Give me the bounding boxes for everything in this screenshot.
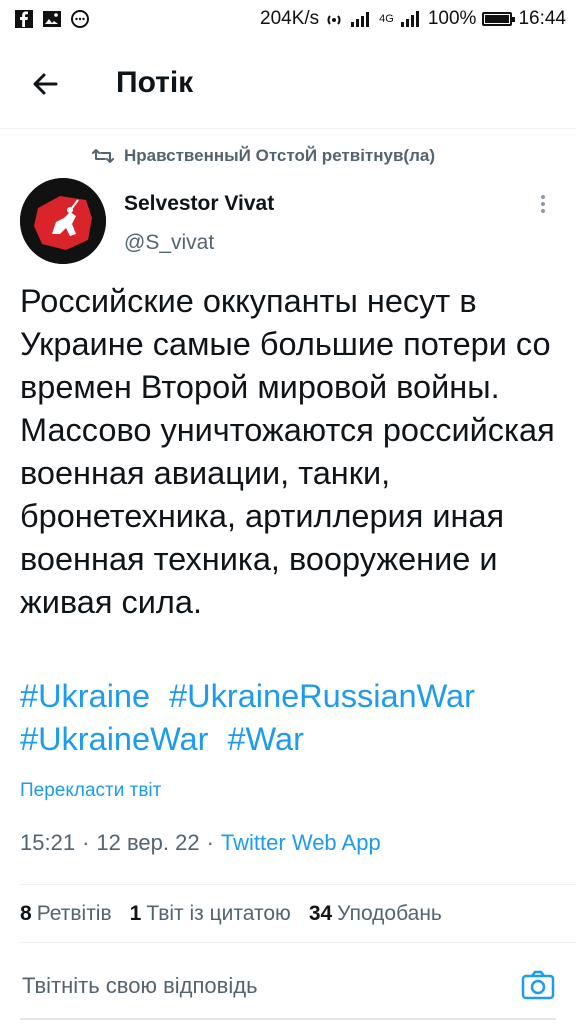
hashtag-link[interactable]: #War	[227, 721, 303, 757]
signal-icon	[351, 12, 370, 27]
tweet-meta: 15:21 · 12 вер. 22 · Twitter Web App	[20, 830, 381, 856]
meta-dot: ·	[82, 830, 90, 855]
retweets-label: Ретвітів	[36, 902, 112, 925]
quotes-stat[interactable]: 1 Твіт із цитатою	[130, 902, 291, 926]
hashtags: #Ukraine #UkraineRussianWar #UkraineWar …	[20, 675, 565, 761]
more-options-icon[interactable]	[536, 192, 550, 218]
tweet-text: Российские оккупанты несут в Украине сам…	[20, 283, 555, 620]
camera-icon[interactable]	[520, 967, 556, 1003]
top-bar: Потік	[0, 40, 576, 129]
hotspot-icon	[327, 15, 341, 25]
retweets-count: 8	[20, 902, 32, 925]
network-speed: 204K/s	[260, 8, 320, 29]
battery-icon	[482, 12, 516, 26]
retweet-icon	[92, 149, 114, 163]
signal-icon-2	[400, 11, 419, 27]
avatar[interactable]	[20, 178, 106, 264]
reply-composer: Твітніть свою відповідь	[0, 943, 576, 1024]
retweet-label: НравственныЙ ОтстоЙ ретвітнув(ла)	[124, 146, 435, 165]
reply-input[interactable]: Твітніть свою відповідь	[22, 973, 258, 999]
quotes-count: 1	[129, 902, 142, 925]
likes-label: Уподобань	[337, 902, 442, 925]
quotes-label: Твіт із цитатою	[146, 902, 291, 925]
author-handle[interactable]: @S_vivat	[124, 231, 214, 255]
hashtag-link[interactable]: #UkraineRussianWar	[169, 678, 475, 714]
avatar-logo-icon	[20, 178, 106, 264]
tweet-source-link[interactable]: Twitter Web App	[221, 830, 381, 856]
retweet-context[interactable]: НравственныЙ ОтстоЙ ретвітнув(ла)	[92, 146, 435, 166]
clock: 16:44	[518, 8, 566, 29]
hashtag-link[interactable]: #UkraineWar	[20, 721, 208, 757]
page-title: Потік	[116, 66, 194, 99]
image-icon	[43, 11, 61, 27]
meta-dot: ·	[206, 830, 214, 855]
likes-stat[interactable]: 34 Уподобань	[309, 902, 442, 926]
tweet-date: 12 вер. 22	[96, 830, 200, 855]
status-left-icons	[14, 9, 90, 29]
status-bar: 204K/s 4G 100% 16:44	[0, 0, 576, 40]
translate-tweet-link[interactable]: Перекласти твіт	[20, 780, 161, 802]
tweet-stats: 8 Ретвітів 1 Твіт із цитатою 34 Уподобань	[20, 902, 442, 926]
arrow-left-icon[interactable]	[26, 64, 66, 104]
battery-fill	[485, 15, 510, 23]
tweet-time: 15:21	[20, 830, 76, 855]
hashtag-link[interactable]: #Ukraine	[20, 678, 150, 714]
battery-percent: 100%	[427, 8, 477, 29]
divider	[20, 884, 576, 885]
retweets-stat[interactable]: 8 Ретвітів	[20, 902, 112, 926]
network-type: 4G	[379, 13, 394, 25]
reply-underline	[20, 1018, 556, 1020]
likes-count: 34	[308, 902, 333, 925]
chat-icon	[71, 10, 89, 28]
status-right: 204K/s 4G 100% 16:44	[260, 8, 566, 30]
facebook-icon	[15, 10, 33, 28]
author-name[interactable]: Selvestor Vivat	[124, 192, 274, 216]
